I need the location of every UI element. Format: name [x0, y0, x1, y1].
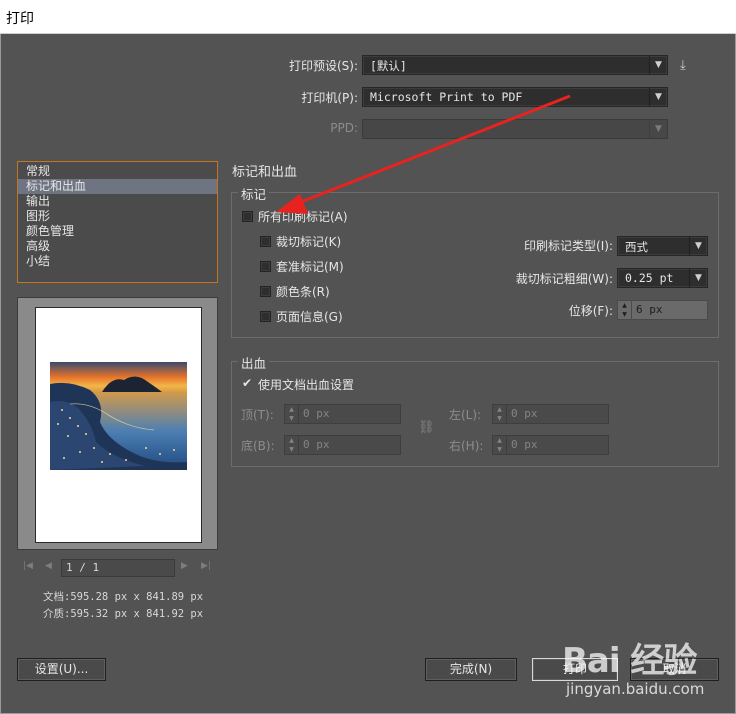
offset-stepper[interactable]: ▲ ▼ 6 px	[617, 300, 708, 320]
last-page-icon[interactable]: ▶|	[201, 561, 211, 571]
bleed-right-label: 右(H):	[449, 439, 484, 453]
sidebar-item-output[interactable]: 输出	[18, 194, 217, 209]
bleed-top-value: 0 px	[303, 407, 330, 420]
crop-weight-value: 0.25 pt	[625, 271, 674, 285]
bleed-group-title: 出血	[238, 353, 270, 372]
page-info-label: 页面信息(G)	[276, 310, 343, 324]
mark-type-value: 西式	[625, 240, 648, 254]
bleed-right-stepper[interactable]: ▲ ▼ 0 px	[492, 435, 609, 455]
crop-weight-select[interactable]: 0.25 pt ▼	[617, 268, 708, 288]
color-bars-label: 颜色条(R)	[276, 285, 330, 299]
bleed-top-stepper[interactable]: ▲ ▼ 0 px	[284, 404, 401, 424]
sidebar-item-summary[interactable]: 小结	[18, 254, 217, 269]
page-indicator: 1 / 1	[66, 561, 100, 574]
section-title: 标记和出血	[232, 165, 298, 180]
preset-value: [默认]	[370, 59, 407, 73]
chain-link-icon[interactable]: ⛓	[418, 420, 435, 438]
next-page-icon[interactable]: ▶	[181, 561, 188, 571]
cancel-button[interactable]: 取消	[630, 658, 719, 681]
stepper-arrows-icon[interactable]: ▲ ▼	[618, 301, 632, 319]
offset-label: 位移(F):	[568, 304, 613, 318]
preset-select[interactable]: [默认] ▼	[362, 55, 668, 75]
ppd-select[interactable]: ▼	[362, 119, 668, 139]
registration-marks-label: 套准标记(M)	[276, 260, 344, 274]
sidebar-item-advanced[interactable]: 高级	[18, 239, 217, 254]
preview-page	[35, 307, 202, 543]
first-page-icon[interactable]: |◀	[23, 561, 33, 571]
crop-weight-label: 裁切标记粗细(W):	[515, 272, 613, 286]
stepper-arrows-icon[interactable]: ▲ ▼	[493, 436, 507, 454]
registration-marks-checkbox[interactable]	[260, 261, 271, 272]
preview-photo	[50, 362, 187, 470]
mark-type-select[interactable]: 西式 ▼	[617, 236, 708, 256]
sidebar-item-general[interactable]: 常规	[18, 164, 217, 179]
window-title: 打印	[6, 11, 34, 27]
page-info-checkbox[interactable]	[260, 311, 271, 322]
color-bars-checkbox[interactable]	[260, 286, 271, 297]
all-marks-checkbox[interactable]	[242, 211, 253, 222]
mark-type-label: 印刷标记类型(I):	[524, 239, 613, 253]
print-preview	[17, 297, 218, 550]
sidebar-item-graphics[interactable]: 图形	[18, 209, 217, 224]
done-button[interactable]: 完成(N)	[425, 658, 517, 681]
media-size: 介质:595.32 px x 841.92 px	[43, 608, 204, 620]
use-document-bleed-label: 使用文档出血设置	[258, 378, 355, 392]
all-marks-label: 所有印刷标记(A)	[258, 210, 348, 224]
category-list: 常规 标记和出血 输出 图形 颜色管理 高级 小结	[17, 161, 218, 283]
bleed-left-label: 左(L):	[449, 408, 482, 422]
ppd-label: PPD:	[330, 121, 358, 135]
crop-marks-checkbox[interactable]	[260, 236, 271, 247]
stepper-arrows-icon[interactable]: ▲ ▼	[493, 405, 507, 423]
printer-select[interactable]: Microsoft Print to PDF ▼	[362, 87, 668, 107]
chevron-down-icon: ▼	[649, 88, 667, 106]
document-size: 文档:595.28 px x 841.89 px	[43, 591, 204, 603]
stepper-arrows-icon[interactable]: ▲ ▼	[285, 405, 299, 423]
bleed-left-value: 0 px	[511, 407, 538, 420]
printer-value: Microsoft Print to PDF	[370, 90, 523, 104]
bleed-bottom-label: 底(B):	[241, 439, 275, 453]
setup-button[interactable]: 设置(U)...	[17, 658, 106, 681]
sidebar-item-color-management[interactable]: 颜色管理	[18, 224, 217, 239]
sidebar-item-marks-and-bleed[interactable]: 标记和出血	[18, 179, 217, 194]
previous-page-icon[interactable]: ◀	[45, 561, 52, 571]
chevron-down-icon: ▼	[649, 56, 667, 74]
bleed-right-value: 0 px	[511, 438, 538, 451]
marks-group-title: 标记	[238, 184, 270, 203]
chevron-down-icon: ▼	[649, 120, 667, 138]
page-navigator: |◀ ◀ 1 / 1 ▶ ▶|	[17, 557, 218, 581]
title-bar: 打印	[0, 0, 736, 34]
use-document-bleed-checkbox[interactable]: ✔	[242, 377, 253, 389]
bleed-bottom-value: 0 px	[303, 438, 330, 451]
bleed-left-stepper[interactable]: ▲ ▼ 0 px	[492, 404, 609, 424]
preset-label: 打印预设(S):	[288, 59, 358, 73]
chevron-down-icon: ▼	[689, 269, 707, 287]
chevron-down-icon: ▼	[689, 237, 707, 255]
stepper-arrows-icon[interactable]: ▲ ▼	[285, 436, 299, 454]
printer-label: 打印机(P):	[301, 91, 358, 105]
page-number-field[interactable]: 1 / 1	[61, 559, 175, 577]
crop-marks-label: 裁切标记(K)	[276, 235, 342, 249]
bleed-top-label: 顶(T):	[241, 408, 274, 422]
export-icon[interactable]: ⤓	[680, 58, 696, 74]
offset-value: 6 px	[636, 303, 663, 316]
print-button[interactable]: 打印	[532, 658, 618, 681]
bleed-bottom-stepper[interactable]: ▲ ▼ 0 px	[284, 435, 401, 455]
